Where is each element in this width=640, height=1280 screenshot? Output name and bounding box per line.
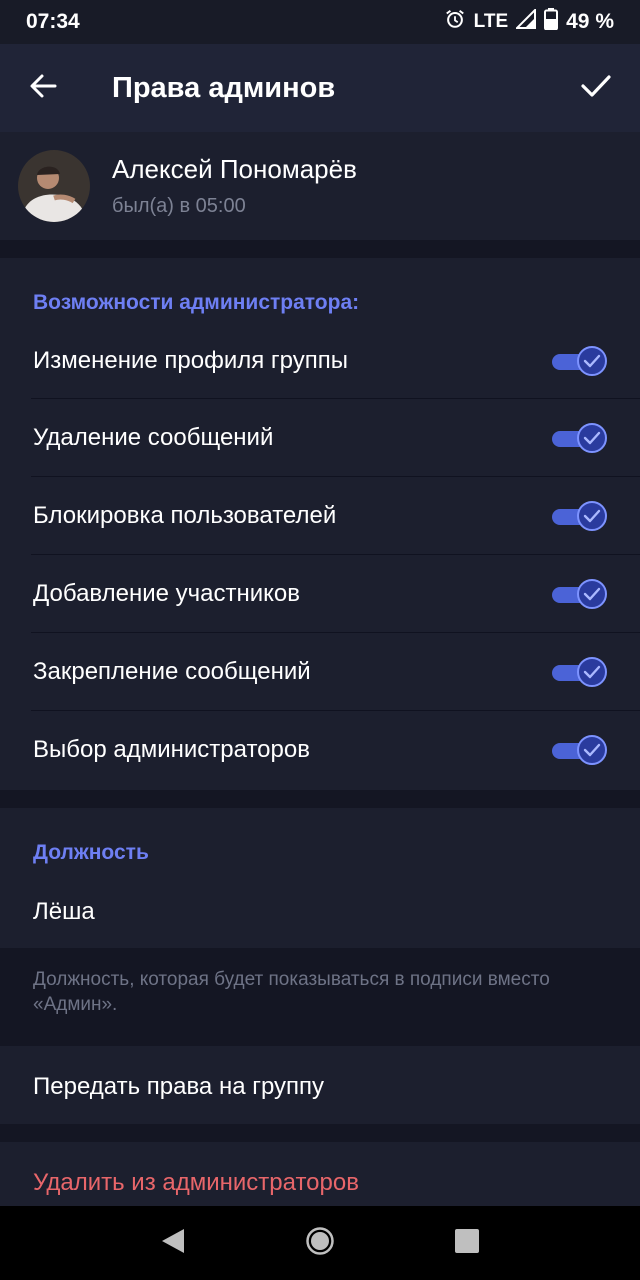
permission-row-add-admins[interactable]: Выбор администраторов — [0, 711, 640, 789]
position-header: Должность — [33, 841, 149, 864]
alarm-icon — [444, 8, 466, 36]
check-icon — [577, 657, 607, 687]
user-last-seen: был(а) в 05:00 — [112, 195, 246, 217]
remove-admin-button[interactable]: Удалить из администраторов — [0, 1169, 359, 1197]
user-name: Алексей Пономарёв — [112, 154, 357, 184]
back-arrow-icon — [29, 72, 57, 105]
permissions-header: Возможности администратора: — [33, 291, 360, 314]
permission-label: Изменение профиля группы — [33, 347, 348, 374]
transfer-ownership-button[interactable]: Передать права на группу — [0, 1073, 324, 1101]
nav-recents-icon[interactable] — [454, 1228, 480, 1259]
permission-row-pin-messages[interactable]: Закрепление сообщений — [0, 633, 640, 711]
avatar — [18, 150, 90, 222]
check-icon — [577, 579, 607, 609]
signal-icon — [514, 7, 537, 35]
battery-icon — [544, 8, 559, 36]
permission-label: Добавление участников — [33, 580, 301, 607]
transfer-section: Передать права на группу — [0, 1046, 640, 1124]
page-title: Права админов — [112, 71, 336, 104]
system-nav-bar — [0, 1206, 640, 1280]
position-section: Должность Лёша — [0, 808, 640, 948]
status-icons: LTE 49 % — [444, 7, 614, 36]
permission-label: Выбор администраторов — [33, 736, 310, 763]
permission-label: Закрепление сообщений — [33, 658, 311, 685]
save-button[interactable] — [552, 44, 640, 132]
check-icon — [577, 423, 607, 453]
permission-label: Блокировка пользователей — [33, 502, 337, 529]
permission-toggle[interactable] — [552, 657, 607, 687]
section-divider — [0, 790, 640, 808]
position-hint-area: Должность, которая будет показываться в … — [0, 948, 640, 1046]
nav-back-icon[interactable] — [160, 1227, 186, 1260]
remove-section: Удалить из администраторов — [0, 1142, 640, 1206]
permission-toggle[interactable] — [552, 579, 607, 609]
permission-toggle[interactable] — [552, 423, 607, 453]
permission-label: Удаление сообщений — [33, 424, 274, 451]
check-icon — [577, 501, 607, 531]
permission-row-ban-users[interactable]: Блокировка пользователей — [0, 477, 640, 555]
permission-toggle[interactable] — [552, 501, 607, 531]
permission-toggle[interactable] — [552, 735, 607, 765]
back-button[interactable] — [0, 44, 86, 132]
network-label: LTE — [473, 11, 509, 32]
nav-home-icon[interactable] — [305, 1226, 335, 1261]
check-icon — [577, 346, 607, 376]
app-bar: Права админов — [0, 44, 640, 132]
section-divider — [0, 240, 640, 258]
permission-row-edit-profile[interactable]: Изменение профиля группы — [0, 322, 640, 400]
permission-row-add-members[interactable]: Добавление участников — [0, 555, 640, 633]
permission-row-delete-messages[interactable]: Удаление сообщений — [0, 399, 640, 477]
user-card[interactable]: Алексей Пономарёв был(а) в 05:00 — [0, 132, 640, 240]
battery-percent: 49 % — [566, 10, 614, 33]
check-icon — [581, 74, 611, 103]
status-bar: 07:34 LTE 49 % — [0, 0, 640, 44]
position-input[interactable]: Лёша — [0, 898, 95, 926]
position-hint: Должность, которая будет показываться в … — [33, 969, 550, 1015]
permission-toggle[interactable] — [552, 346, 607, 376]
check-icon — [577, 735, 607, 765]
section-divider — [0, 1124, 640, 1142]
status-time: 07:34 — [26, 10, 80, 33]
permissions-section: Возможности администратора: Изменение пр… — [0, 258, 640, 790]
